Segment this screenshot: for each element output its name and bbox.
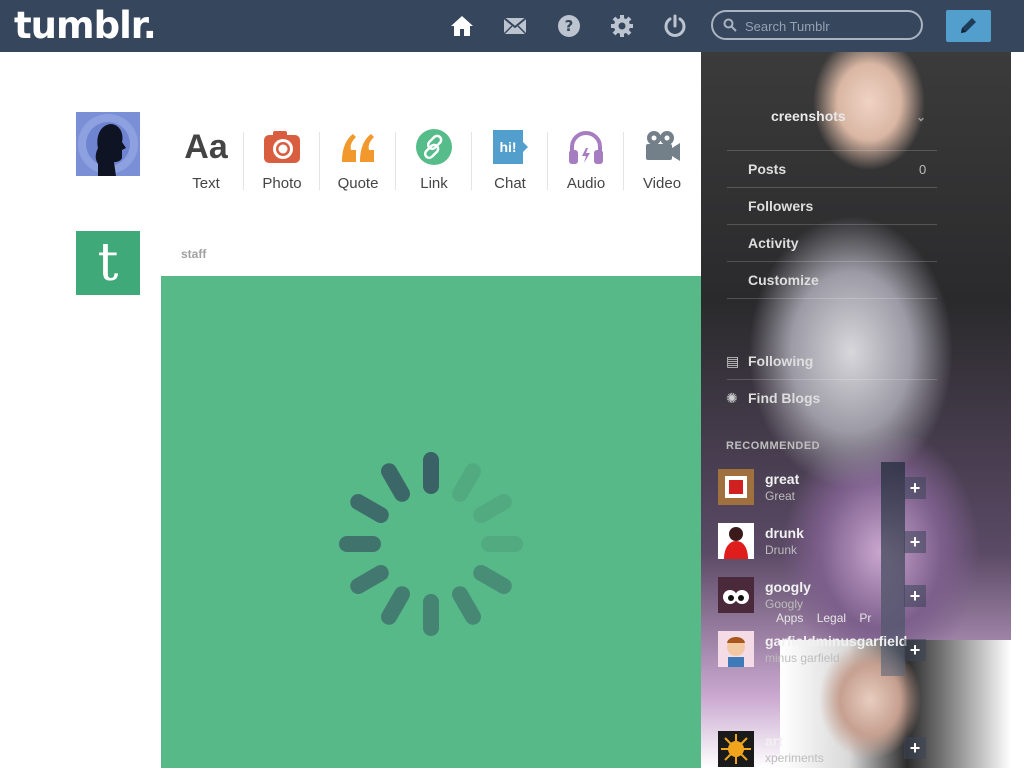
help-icon[interactable]: ? bbox=[557, 14, 581, 38]
following-icon: ▤ bbox=[726, 353, 740, 369]
cartoon-face-icon bbox=[727, 637, 745, 667]
googly-eyes-icon bbox=[723, 590, 749, 604]
footer-links: Apps Legal Pr bbox=[776, 611, 881, 625]
recommended-blog-name[interactable]: great bbox=[765, 471, 799, 487]
recommended-avatar[interactable] bbox=[718, 469, 754, 505]
spinner-segment bbox=[452, 586, 481, 625]
camera-icon bbox=[264, 131, 300, 163]
follow-button[interactable]: + bbox=[904, 477, 926, 499]
post-author[interactable]: staff bbox=[181, 247, 206, 261]
staff-avatar[interactable]: t bbox=[76, 231, 140, 295]
post-type-quote[interactable]: Quote bbox=[320, 118, 396, 198]
spinner-segment bbox=[381, 586, 410, 625]
video-camera-icon bbox=[646, 131, 680, 161]
user-avatar[interactable] bbox=[76, 112, 140, 176]
search-input[interactable] bbox=[743, 16, 917, 36]
frame bbox=[725, 476, 747, 498]
top-bar: tumblr. ? bbox=[0, 0, 1024, 52]
footer-link-privacy[interactable]: Pr bbox=[859, 611, 871, 625]
spinner-segment bbox=[339, 536, 381, 552]
recommended-blog-desc: xperiments bbox=[765, 751, 824, 765]
recommended-avatar[interactable] bbox=[718, 631, 754, 667]
post-type-text[interactable]: Aa Text bbox=[168, 118, 244, 198]
recommended-heading: RECOMMENDED bbox=[726, 440, 821, 452]
chevron-down-icon: ⌄ bbox=[916, 110, 927, 124]
post-type-photo[interactable]: Photo bbox=[244, 118, 320, 198]
recommended-avatar[interactable] bbox=[718, 731, 754, 767]
silhouette-icon bbox=[78, 114, 138, 176]
frame-art bbox=[729, 480, 743, 494]
tumblr-logo[interactable]: tumblr. bbox=[14, 2, 157, 50]
chat-icon: hi! bbox=[493, 130, 528, 164]
recommended-blog-name[interactable]: garfieldminusgarfield bbox=[765, 633, 907, 649]
compose-button[interactable] bbox=[946, 10, 991, 42]
recommended-blog-desc: Googly bbox=[765, 597, 804, 611]
recommended-avatar[interactable] bbox=[718, 523, 754, 559]
sidebar-item-following[interactable]: Following bbox=[748, 353, 813, 369]
spinner-segment bbox=[381, 463, 410, 502]
sidebar-item-followers[interactable]: Followers bbox=[748, 198, 813, 214]
settings-icon[interactable] bbox=[610, 14, 634, 38]
person-red-icon bbox=[724, 527, 748, 559]
spinner-segment bbox=[452, 463, 481, 502]
text-icon: Aa bbox=[184, 128, 228, 166]
loading-spinner-icon bbox=[339, 452, 523, 636]
recommended-blog-name[interactable]: googly bbox=[765, 579, 811, 595]
mail-icon[interactable] bbox=[503, 14, 527, 38]
post-type-audio[interactable]: Audio bbox=[548, 118, 624, 198]
divider bbox=[727, 379, 937, 380]
svg-text:?: ? bbox=[565, 17, 574, 35]
recommended-blog-name[interactable]: art bbox=[765, 733, 783, 749]
sidebar-item-posts[interactable]: Posts bbox=[748, 161, 786, 177]
follow-button[interactable]: + bbox=[904, 639, 926, 661]
spinner-segment bbox=[473, 565, 512, 594]
recommended-blog-name[interactable]: drunk bbox=[765, 525, 804, 541]
quote-icon bbox=[342, 134, 374, 162]
spinner-segment bbox=[350, 565, 389, 594]
spinner-segment bbox=[423, 452, 439, 494]
headphones-icon bbox=[569, 131, 603, 164]
divider bbox=[727, 187, 937, 188]
search-icon bbox=[723, 18, 737, 32]
follow-button[interactable]: + bbox=[904, 585, 926, 607]
post-media bbox=[161, 276, 701, 768]
spinner-segment bbox=[481, 536, 523, 552]
recommended-avatar[interactable] bbox=[718, 577, 754, 613]
home-icon[interactable] bbox=[450, 14, 474, 38]
follow-button[interactable]: + bbox=[904, 737, 926, 759]
footer-link-legal[interactable]: Legal bbox=[817, 611, 846, 625]
post-type-video[interactable]: Video bbox=[624, 118, 700, 198]
find-blogs-icon: ✺ bbox=[726, 390, 738, 406]
sun-icon bbox=[721, 734, 751, 764]
sidebar-item-find-blogs[interactable]: Find Blogs bbox=[748, 390, 820, 406]
sidebar-item-activity[interactable]: Activity bbox=[748, 235, 799, 251]
follow-button[interactable]: + bbox=[904, 531, 926, 553]
search-box[interactable] bbox=[711, 10, 923, 40]
spinner-segment bbox=[423, 594, 439, 636]
post-type-link[interactable]: Link bbox=[396, 118, 472, 198]
divider bbox=[727, 224, 937, 225]
divider bbox=[727, 298, 937, 299]
link-icon bbox=[416, 129, 452, 165]
post-type-chat[interactable]: hi! Chat bbox=[472, 118, 548, 198]
pencil-icon bbox=[961, 18, 976, 33]
svg-text:hi!: hi! bbox=[499, 139, 516, 155]
recommended-blog-desc: Great bbox=[765, 489, 796, 503]
recommended-blog-desc: Drunk bbox=[765, 543, 798, 557]
spinner-segment bbox=[473, 494, 512, 523]
spinner-segment bbox=[350, 494, 389, 523]
divider bbox=[727, 150, 937, 151]
recommended-blog-desc: minus garfield bbox=[765, 651, 840, 665]
footer-link-apps[interactable]: Apps bbox=[776, 611, 803, 625]
posts-count: 0 bbox=[919, 162, 927, 177]
divider bbox=[727, 261, 937, 262]
blog-name[interactable]: creenshots ⌄ bbox=[771, 108, 926, 124]
sidebar-item-customize[interactable]: Customize bbox=[748, 272, 819, 288]
power-icon[interactable] bbox=[663, 14, 687, 38]
